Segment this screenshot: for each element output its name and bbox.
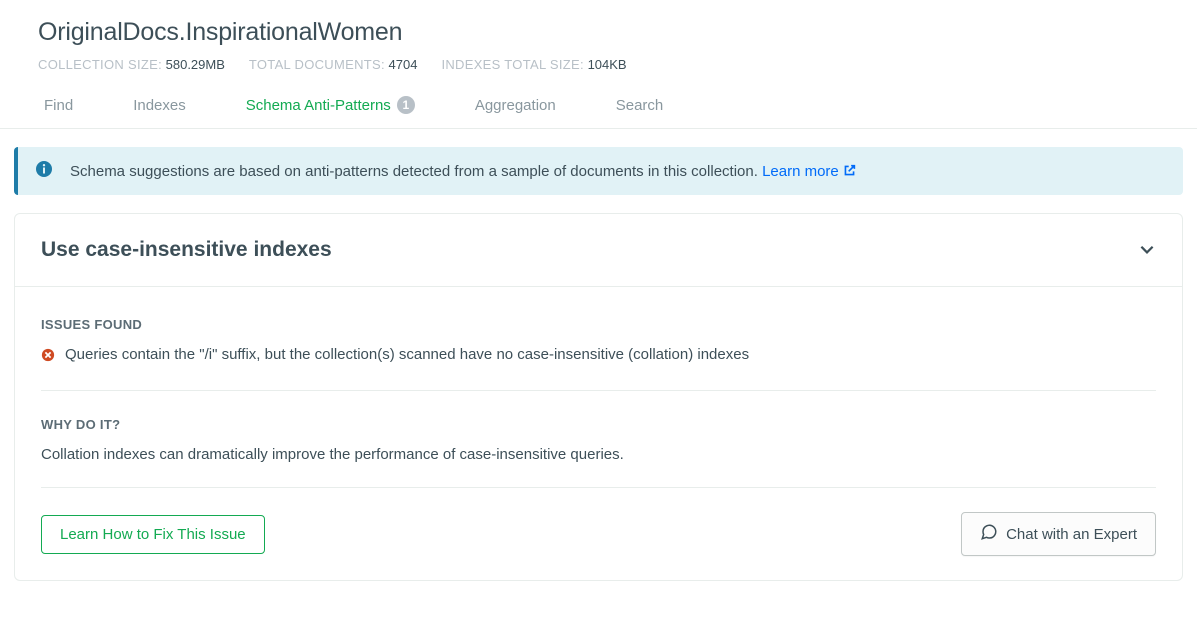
why-do-it-text: Collation indexes can dramatically impro… xyxy=(41,446,1156,463)
tab-search[interactable]: Search xyxy=(586,90,694,128)
page-title: OriginalDocs.InspirationalWomen xyxy=(0,18,1197,57)
total-documents-label: TOTAL DOCUMENTS: xyxy=(249,57,385,72)
card-header[interactable]: Use case-insensitive indexes xyxy=(15,214,1182,287)
collection-size-value: 580.29MB xyxy=(166,57,225,72)
chat-expert-label: Chat with an Expert xyxy=(1006,526,1137,543)
why-do-it-label: WHY DO IT? xyxy=(41,417,1156,432)
collection-size-label: COLLECTION SIZE: xyxy=(38,57,162,72)
learn-more-label: Learn more xyxy=(762,163,839,180)
indexes-size-label: INDEXES TOTAL SIZE: xyxy=(441,57,583,72)
card-title: Use case-insensitive indexes xyxy=(41,238,332,262)
indexes-size-value: 104KB xyxy=(588,57,627,72)
issue-text: Queries contain the "/i" suffix, but the… xyxy=(65,346,749,363)
tab-bar: Find Indexes Schema Anti-Patterns 1 Aggr… xyxy=(0,90,1197,129)
tab-find[interactable]: Find xyxy=(14,90,103,128)
error-icon xyxy=(41,348,55,366)
tab-indexes[interactable]: Indexes xyxy=(103,90,216,128)
chat-icon xyxy=(980,523,998,545)
alert-text: Schema suggestions are based on anti-pat… xyxy=(70,163,762,180)
learn-fix-button[interactable]: Learn How to Fix This Issue xyxy=(41,515,265,554)
anti-pattern-card: Use case-insensitive indexes ISSUES FOUN… xyxy=(14,213,1183,581)
tab-aggregation[interactable]: Aggregation xyxy=(445,90,586,128)
info-alert: Schema suggestions are based on anti-pat… xyxy=(14,147,1183,195)
learn-more-link[interactable]: Learn more xyxy=(762,163,856,180)
tab-schema-anti-patterns[interactable]: Schema Anti-Patterns 1 xyxy=(216,90,445,128)
tab-schema-label: Schema Anti-Patterns xyxy=(246,97,391,114)
chevron-down-icon xyxy=(1138,240,1156,261)
collection-stats: COLLECTION SIZE: 580.29MB TOTAL DOCUMENT… xyxy=(0,57,1197,90)
total-documents-value: 4704 xyxy=(389,57,418,72)
info-icon xyxy=(36,161,52,181)
tab-schema-badge: 1 xyxy=(397,96,415,114)
issues-found-label: ISSUES FOUND xyxy=(41,317,1156,332)
chat-expert-button[interactable]: Chat with an Expert xyxy=(961,512,1156,556)
external-link-icon xyxy=(843,163,856,180)
